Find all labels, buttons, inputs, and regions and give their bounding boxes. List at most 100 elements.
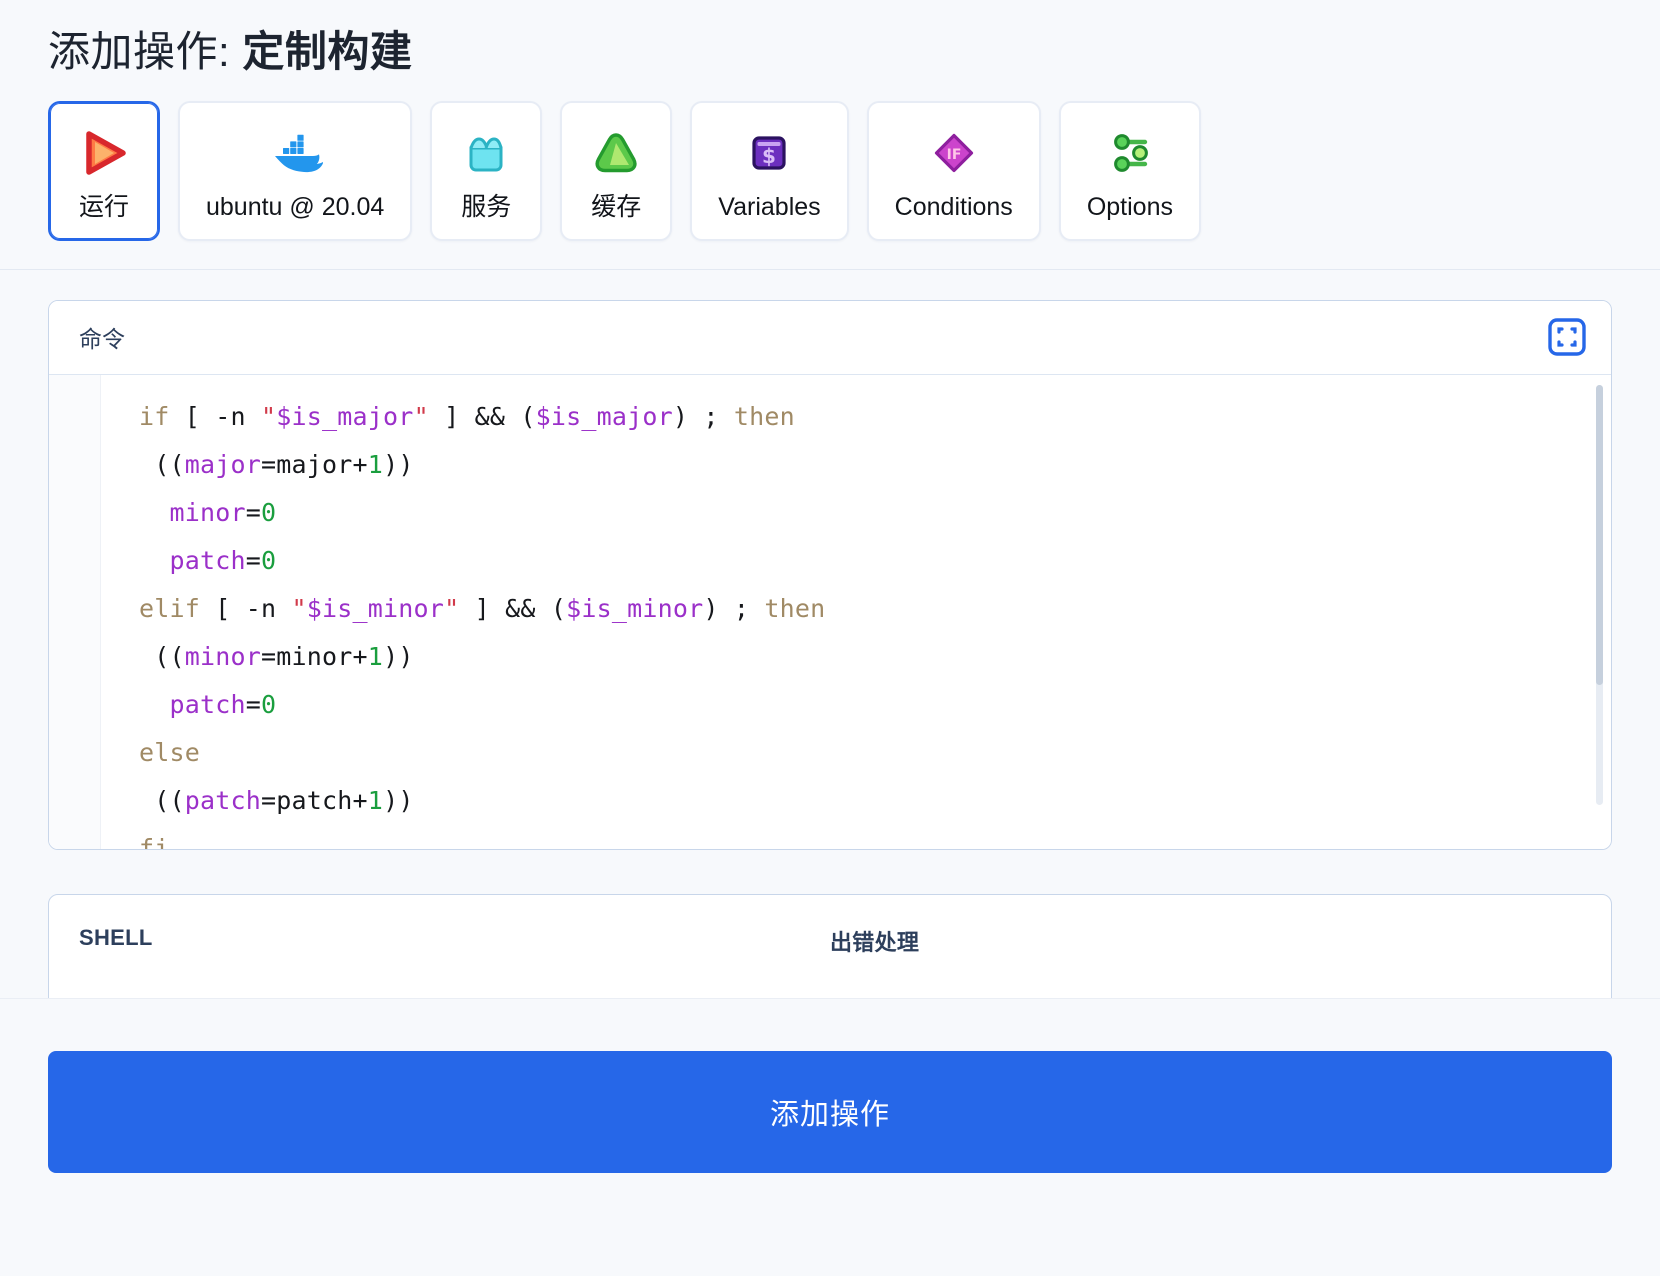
- code-line: patch=0: [101, 681, 1611, 729]
- tabstrip-container: 运行 ubuntu @ 20.04 服务 缓存 $ Variables IF C…: [0, 78, 1660, 270]
- code-token: )): [383, 785, 414, 815]
- editor-scrollbar-thumb[interactable]: [1596, 384, 1603, 685]
- shell-options-row: SHELL 出错处理: [49, 895, 1611, 957]
- code-token: 0: [261, 497, 277, 527]
- editor-scrollbar[interactable]: [1596, 384, 1603, 805]
- code-line: minor=0: [101, 489, 1611, 537]
- code-token: $is_major: [276, 401, 414, 431]
- command-label: 命令: [79, 326, 125, 352]
- tab-options[interactable]: Options: [1058, 100, 1201, 241]
- code-token: patch: [169, 545, 246, 575]
- code-token: minor: [169, 497, 246, 527]
- code-token: patch: [169, 689, 246, 719]
- code-token: =major+: [261, 449, 368, 479]
- code-token: then: [764, 593, 826, 623]
- tab-ubuntu-image-label: ubuntu @ 20.04: [206, 193, 385, 221]
- code-line: fi: [101, 825, 1611, 849]
- tab-ubuntu-image[interactable]: ubuntu @ 20.04: [178, 100, 413, 241]
- code-token: 1: [367, 785, 384, 815]
- code-token: elif: [139, 593, 216, 623]
- code-token: )): [383, 641, 414, 671]
- code-token: fi: [139, 833, 170, 849]
- code-line: elif [ -n "$is_minor" ] && ($is_minor) ;…: [101, 585, 1611, 633]
- code-token: then: [733, 401, 795, 431]
- conditions-if-diamond-icon: IF: [926, 125, 982, 181]
- code-token: ((: [139, 449, 185, 479]
- fullscreen-icon[interactable]: [1545, 315, 1589, 359]
- code-token: minor: [184, 641, 262, 671]
- dialog-header: 添加操作: 定制构建: [0, 0, 1660, 79]
- tab-run[interactable]: 运行: [48, 100, 160, 241]
- tab-options-label: Options: [1086, 193, 1173, 221]
- cache-triangle-icon: [588, 125, 644, 181]
- code-token: [ -n: [184, 401, 262, 431]
- variables-dollar-icon: $: [741, 125, 797, 181]
- code-token: ": [261, 401, 277, 431]
- code-line: ((patch=patch+1)): [101, 777, 1611, 825]
- play-triangle-icon: [76, 125, 132, 181]
- code-token: =: [245, 689, 262, 719]
- tab-cache[interactable]: 缓存: [560, 100, 673, 241]
- code-line: if [ -n "$is_major" ] && ($is_major) ; t…: [101, 393, 1611, 441]
- code-token: ": [291, 593, 307, 623]
- error-handling-field: 出错处理: [830, 925, 1581, 957]
- code-line: else: [101, 729, 1611, 777]
- code-token: else: [139, 737, 201, 767]
- tab-services-label: 服务: [461, 193, 512, 221]
- command-card-header: 命令: [49, 300, 1611, 375]
- editor-gutter: [49, 374, 101, 849]
- tab-variables-label: Variables: [718, 193, 821, 221]
- svg-text:IF: IF: [946, 147, 961, 163]
- tab-cache-label: 缓存: [591, 193, 642, 221]
- code-token: =: [245, 497, 262, 527]
- tab-variables[interactable]: $ Variables: [690, 100, 849, 241]
- code-token: ": [413, 401, 429, 431]
- code-line: patch=0: [101, 537, 1611, 585]
- code-token: =minor+: [261, 641, 368, 671]
- command-editor[interactable]: if [ -n "$is_major" ] && ($is_major) ; t…: [49, 374, 1611, 849]
- error-handling-label: 出错处理: [830, 929, 920, 955]
- code-token: patch: [184, 785, 262, 815]
- code-token: ] && (: [459, 593, 567, 623]
- code-token: 1: [367, 641, 384, 671]
- code-token: ((: [139, 785, 185, 815]
- tab-conditions-label: Conditions: [894, 193, 1013, 221]
- code-token: $is_minor: [306, 593, 445, 623]
- services-container-icon: [458, 125, 514, 181]
- svg-text:$: $: [763, 144, 777, 168]
- code-token: major: [184, 449, 262, 479]
- tab-services[interactable]: 服务: [430, 100, 543, 241]
- shell-options-card: SHELL 出错处理: [48, 893, 1612, 1014]
- code-token: ) ;: [703, 593, 765, 623]
- page-title-prefix: 添加操作:: [48, 28, 243, 75]
- page-title-strong: 定制构建: [242, 28, 413, 75]
- dialog-footer: 添加操作: [0, 998, 1660, 1276]
- tab-conditions[interactable]: IF Conditions: [866, 100, 1041, 241]
- add-action-dialog: 添加操作: 定制构建 运行 ubuntu @ 20.04 服务 缓存 $ Var…: [0, 0, 1660, 1276]
- code-token: ((: [139, 641, 185, 671]
- code-token: 0: [261, 545, 277, 575]
- page-title: 添加操作: 定制构建: [48, 26, 1612, 79]
- editor-code-area[interactable]: if [ -n "$is_major" ] && ($is_major) ; t…: [101, 375, 1611, 849]
- docker-whale-icon: [267, 125, 324, 181]
- code-token: $is_minor: [566, 593, 704, 623]
- code-token: 0: [261, 689, 277, 719]
- code-line: ((minor=minor+1)): [101, 633, 1611, 681]
- code-token: )): [383, 449, 414, 479]
- add-action-button[interactable]: 添加操作: [48, 1051, 1612, 1173]
- code-line: ((major=major+1)): [101, 441, 1611, 489]
- code-token: 1: [367, 449, 384, 479]
- code-token: =: [245, 545, 262, 575]
- code-token: $is_major: [535, 401, 673, 431]
- code-lines: if [ -n "$is_major" ] && ($is_major) ; t…: [101, 393, 1611, 849]
- tab-run-label: 运行: [78, 193, 129, 221]
- code-token: ": [444, 593, 460, 623]
- code-token: ] && (: [428, 401, 536, 431]
- code-token: =patch+: [261, 785, 368, 815]
- shell-field: SHELL: [79, 925, 830, 957]
- tabstrip: 运行 ubuntu @ 20.04 服务 缓存 $ Variables IF C…: [48, 100, 1612, 241]
- options-sliders-icon: [1102, 125, 1158, 181]
